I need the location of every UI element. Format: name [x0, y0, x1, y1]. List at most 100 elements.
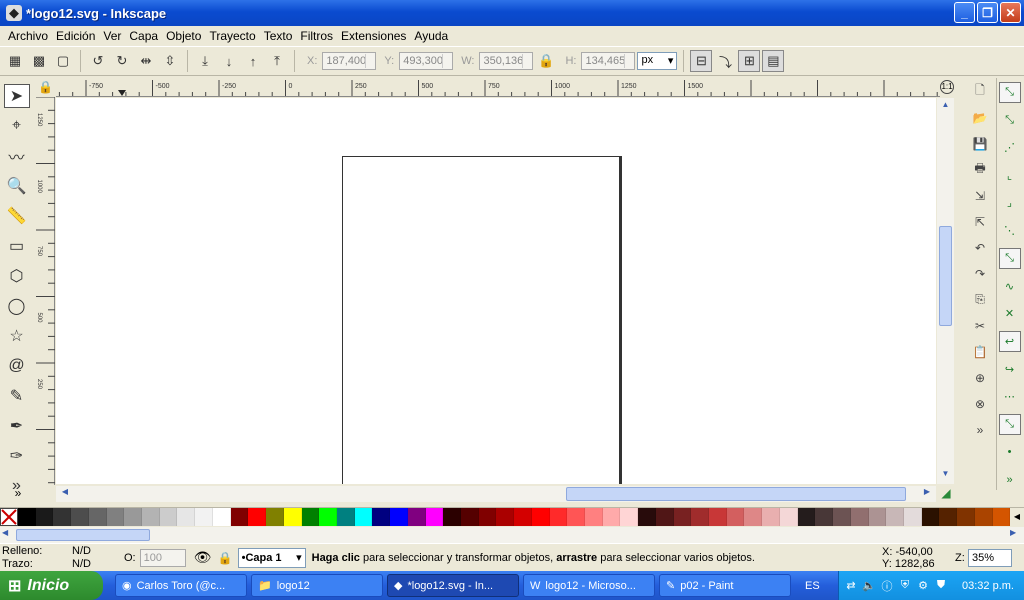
move-gradients-icon[interactable]: ⊞ [738, 50, 761, 72]
scale-stroke-icon[interactable]: ⊟ [690, 50, 713, 72]
color-swatch[interactable] [88, 508, 107, 526]
x-field[interactable]: 187,400 [322, 52, 377, 70]
color-swatch[interactable] [585, 508, 603, 526]
raise-to-top-icon[interactable]: ⤒ [266, 50, 288, 72]
color-swatch[interactable] [531, 508, 550, 526]
color-swatch[interactable] [336, 508, 355, 526]
color-swatch[interactable] [425, 508, 444, 526]
security-icon[interactable]: ⛨ [898, 579, 912, 593]
lower-to-bottom-icon[interactable]: ⤓ [194, 50, 216, 72]
zoom-selection-icon[interactable]: ⊕ [970, 368, 990, 387]
color-swatch[interactable] [567, 508, 585, 526]
zoom-field[interactable]: 35% [968, 549, 1012, 567]
more-commands-icon[interactable]: » [970, 420, 990, 439]
color-swatch[interactable] [514, 508, 532, 526]
language-indicator[interactable]: ES [805, 580, 820, 592]
task-paint[interactable]: ✎ p02 - Paint [659, 574, 791, 597]
color-swatch[interactable] [638, 508, 656, 526]
menu-objeto[interactable]: Objeto [162, 29, 205, 43]
more-snap-icon[interactable]: » [999, 469, 1021, 490]
raise-icon[interactable]: ↑ [242, 50, 264, 72]
color-swatch[interactable] [815, 508, 834, 526]
scroll-right-icon[interactable]: ▶ [920, 487, 934, 501]
color-swatch[interactable] [212, 508, 231, 526]
palette-scroll-right-icon[interactable]: ▶ [1010, 528, 1022, 542]
color-swatch[interactable] [903, 508, 922, 526]
snap-midpoint-icon[interactable]: ⋯ [999, 386, 1021, 407]
rotate-ccw-icon[interactable]: ↺ [87, 50, 109, 72]
no-paint-icon[interactable] [0, 508, 18, 526]
rectangle-tool-icon[interactable]: ▭ [4, 234, 30, 258]
network-icon[interactable]: ⇄ [844, 579, 858, 593]
color-swatch[interactable] [691, 508, 710, 526]
guide-lock-icon[interactable]: 🔒 [36, 80, 55, 97]
restore-button[interactable]: ❐ [977, 2, 998, 23]
snap-nodes-icon[interactable]: ⤡ [998, 247, 1021, 269]
snap-path-icon[interactable]: ∿ [999, 276, 1021, 297]
y-field[interactable]: 493,300 [399, 52, 454, 70]
selector-tool-icon[interactable]: ➤ [3, 84, 30, 108]
volume-icon[interactable]: 🔈 [862, 579, 876, 593]
color-swatch[interactable] [319, 508, 337, 526]
color-swatch[interactable] [655, 508, 674, 526]
export-icon[interactable]: ⇱ [970, 212, 990, 231]
open-icon[interactable]: 📂 [970, 108, 990, 127]
deselect-icon[interactable]: ▢ [52, 50, 74, 72]
task-firefox[interactable]: ◉ Carlos Toro (@c... [115, 574, 247, 597]
menu-edicion[interactable]: Edición [52, 29, 99, 43]
color-swatch[interactable] [53, 508, 72, 526]
move-patterns-icon[interactable]: ▤ [762, 50, 785, 72]
device-icon[interactable]: ⚙ [916, 579, 930, 593]
calligraphy-tool-icon[interactable]: ✑ [4, 444, 30, 468]
menu-capa[interactable]: Capa [125, 29, 162, 43]
color-swatch[interactable] [496, 508, 515, 526]
snap-toggle-icon[interactable]: ⤡ [998, 82, 1021, 103]
color-swatch[interactable] [709, 508, 727, 526]
palette-menu-icon[interactable]: ◀ [1010, 508, 1024, 526]
color-swatch[interactable] [886, 508, 904, 526]
redo-icon[interactable]: ↷ [970, 264, 990, 283]
color-swatch[interactable] [478, 508, 497, 526]
rotate-cw-icon[interactable]: ↻ [111, 50, 133, 72]
color-swatch[interactable] [390, 508, 408, 526]
fill-stroke-indicator[interactable]: Relleno: N/D Trazo: N/D [0, 545, 110, 571]
color-swatch[interactable] [602, 508, 621, 526]
color-swatch[interactable] [797, 508, 816, 526]
snap-smooth-icon[interactable]: ↪ [999, 359, 1021, 380]
color-swatch[interactable] [106, 508, 125, 526]
select-all-icon[interactable]: ▦ [4, 50, 26, 72]
scroll-up-icon[interactable]: ▲ [939, 100, 952, 113]
snap-bbox-edge-icon[interactable]: ⋰ [999, 137, 1021, 158]
canvas[interactable] [56, 98, 936, 484]
color-swatch[interactable] [744, 508, 763, 526]
color-swatch[interactable] [833, 508, 851, 526]
horizontal-scrollbar[interactable]: ◀ ▶ [56, 486, 936, 502]
task-word[interactable]: W logo12 - Microso... [523, 574, 655, 597]
pencil-tool-icon[interactable]: ✎ [4, 384, 30, 408]
snap-object-center-icon[interactable]: ⤡ [998, 414, 1021, 435]
color-swatch[interactable] [850, 508, 869, 526]
color-swatch[interactable] [673, 508, 692, 526]
snap-bbox-midpoint-icon[interactable]: ⌟ [999, 193, 1021, 214]
color-swatch[interactable] [868, 508, 887, 526]
color-swatch[interactable] [159, 508, 178, 526]
start-button[interactable]: ⊞ Inicio [0, 571, 103, 600]
layer-select[interactable]: •Capa 1 ▾ [237, 547, 306, 568]
flip-horizontal-icon[interactable]: ⇹ [135, 50, 157, 72]
vertical-scroll-thumb[interactable] [939, 226, 952, 326]
snap-bbox-icon[interactable]: ⤡ [999, 110, 1021, 131]
scale-corners-icon[interactable]: ⤵ [714, 50, 736, 72]
opacity-field[interactable]: 100 [139, 548, 186, 567]
print-icon[interactable]: 🖶 [970, 160, 990, 179]
color-swatch[interactable] [957, 508, 975, 526]
scroll-down-icon[interactable]: ▼ [939, 469, 952, 482]
new-document-icon[interactable]: 🗋 [970, 82, 990, 101]
spiral-tool-icon[interactable]: @ [4, 354, 30, 378]
palette-scroll-thumb[interactable] [16, 529, 150, 541]
eye-icon[interactable]: 👁 [194, 549, 214, 566]
color-swatch[interactable] [460, 508, 479, 526]
menu-ver[interactable]: Ver [99, 29, 125, 43]
menu-ayuda[interactable]: Ayuda [410, 29, 452, 43]
color-swatch[interactable] [266, 508, 284, 526]
color-swatch[interactable] [992, 508, 1011, 526]
